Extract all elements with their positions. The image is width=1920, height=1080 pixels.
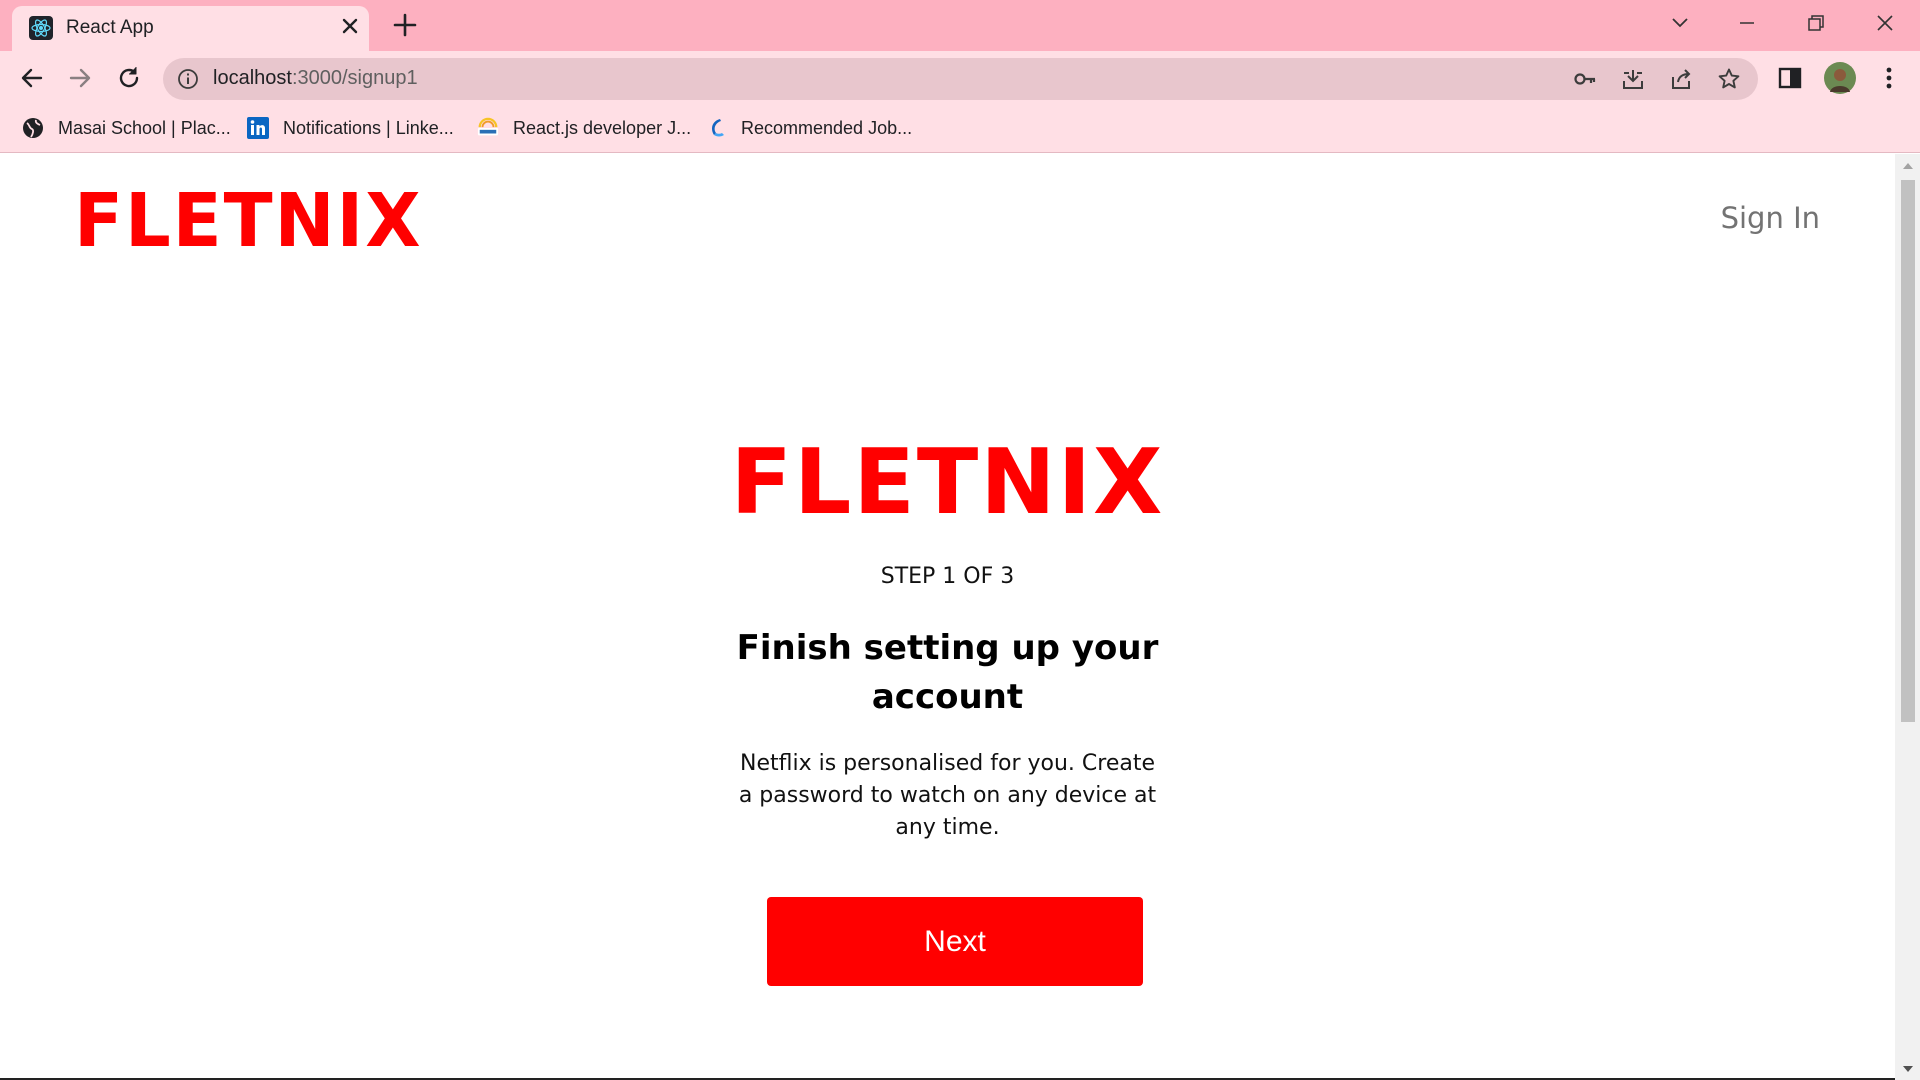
url-host: localhost [213,67,292,89]
sign-in-link[interactable]: Sign In [1721,201,1820,235]
url-text[interactable]: localhost:3000/signup1 [213,67,418,90]
reload-icon[interactable] [113,62,145,94]
bookmark-label: Recommended Job... [741,117,913,138]
page-viewport: FLETNIX Sign In FLETNIX STEP 1 OF 3 Fini… [0,154,1920,1080]
bookmark-linkedin[interactable]: Notifications | Linke... [247,114,454,142]
install-app-icon[interactable] [1621,67,1645,91]
header-logo[interactable]: FLETNIX [74,178,422,264]
signup-description: Netflix is personalised for you. Create … [738,751,1157,840]
avatar[interactable] [1824,62,1856,94]
scrollbar-thumb[interactable] [1901,180,1915,722]
bookmark-recommended-jobs[interactable]: Recommended Job... [705,114,912,142]
browser-titlebar: React App [0,0,1920,51]
site-info-icon[interactable] [177,68,199,90]
back-icon[interactable] [16,62,48,94]
scroll-up-arrow-icon[interactable] [1895,156,1920,174]
react-icon [29,16,53,40]
globe-icon [22,117,44,139]
menu-dots-icon[interactable] [1875,64,1903,92]
tab-search-icon[interactable] [1662,8,1698,38]
browser-toolbar: localhost:3000/signup1 [0,51,1920,105]
bookmark-label: React.js developer J... [513,117,692,138]
shine-icon [477,117,499,139]
bookmark-label: Notifications | Linke... [283,117,454,138]
address-bar[interactable]: localhost:3000/signup1 [163,58,1758,100]
key-icon[interactable] [1573,67,1597,91]
forward-icon[interactable] [64,62,96,94]
browser-tab[interactable]: React App [12,6,369,51]
next-button[interactable]: Next [767,897,1143,986]
linkedin-icon [247,117,269,139]
job-site-icon [705,117,727,139]
bookmark-shine[interactable]: React.js developer J... [477,114,691,142]
bookmark-masai[interactable]: Masai School | Plac... [22,114,231,142]
tab-title: React App [66,17,154,38]
minimize-icon[interactable] [1729,8,1765,38]
bookmark-star-icon[interactable] [1717,67,1741,91]
new-tab-icon[interactable] [392,12,418,38]
step-indicator: STEP 1 OF 3 [880,564,1015,589]
share-icon[interactable] [1669,67,1693,91]
vertical-scrollbar[interactable] [1895,154,1920,1080]
bookmarks-bar: Masai School | Plac... Notifications | L… [0,105,1920,153]
side-panel-icon[interactable] [1776,64,1804,92]
close-window-icon[interactable] [1867,8,1903,38]
url-path: :3000/signup1 [291,67,418,89]
bookmark-label: Masai School | Plac... [58,117,231,138]
scroll-down-arrow-icon[interactable] [1895,1060,1920,1078]
signup-logo: FLETNIX [730,430,1165,535]
restore-icon[interactable] [1798,8,1834,38]
page-title: Finish setting up your account [736,628,1159,717]
close-tab-icon[interactable] [339,15,361,37]
